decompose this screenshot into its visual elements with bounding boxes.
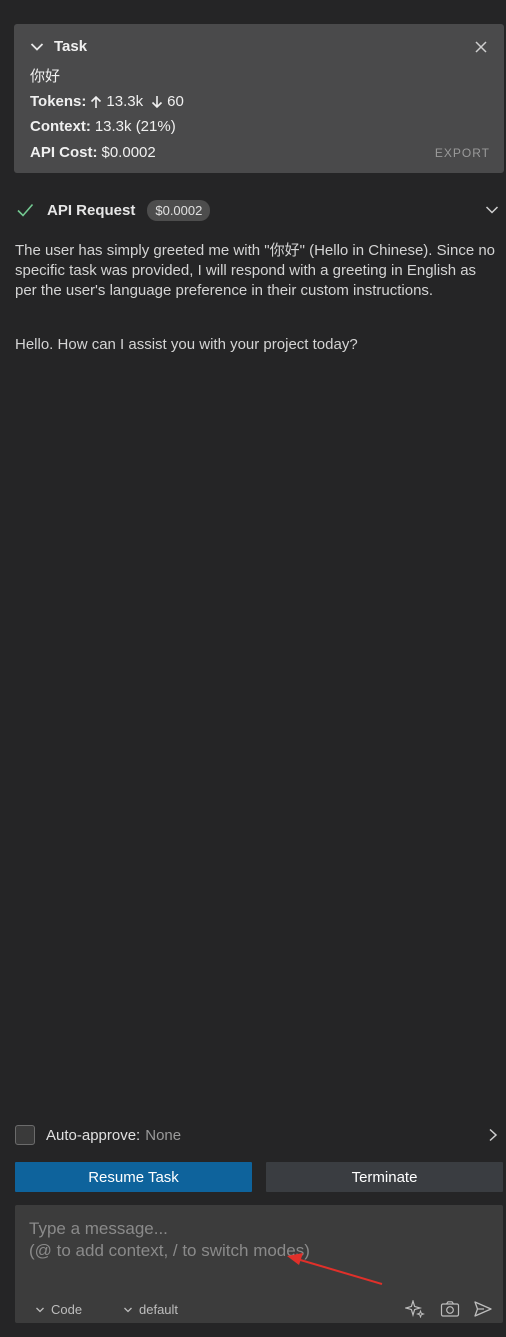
api-cost-value: $0.0002: [101, 144, 156, 161]
auto-approve-value: None: [145, 1126, 182, 1144]
arrow-up-icon: [90, 95, 102, 109]
task-header[interactable]: Task: [30, 38, 87, 55]
annotation-arrow-icon: [287, 1253, 383, 1285]
sparkle-icon[interactable]: [403, 1298, 425, 1319]
task-title: Task: [54, 38, 88, 55]
mode-selector[interactable]: Code: [35, 1302, 82, 1317]
chevron-down-icon[interactable]: [30, 42, 44, 52]
assistant-reasoning-text: The user has simply greeted me with "你好"…: [15, 242, 496, 299]
tokens-down-value: 60: [167, 93, 184, 110]
context-label: Context:: [30, 118, 91, 135]
camera-icon[interactable]: [440, 1300, 460, 1318]
auto-approve-label: Auto-approve:: [46, 1126, 141, 1144]
tokens-label: Tokens:: [30, 93, 87, 110]
chevron-right-icon[interactable]: [486, 1127, 500, 1143]
tokens-row: Tokens: 13.3k 60: [30, 93, 184, 110]
context-row: Context: 13.3k (21%): [30, 118, 176, 135]
chevron-down-icon[interactable]: [484, 202, 500, 218]
profile-value: default: [139, 1302, 179, 1317]
close-icon[interactable]: [474, 40, 488, 54]
auto-approve-checkbox[interactable]: [15, 1125, 35, 1145]
chat-panel: Task 你好 Tokens: 13.3k 60 Context: 13.3k …: [0, 0, 506, 1337]
message-input[interactable]: Type a message... (@ to add context, / t…: [15, 1205, 503, 1323]
api-cost-label: API Cost:: [30, 144, 98, 161]
auto-approve-row[interactable]: Auto-approve: None: [15, 1123, 500, 1147]
send-icon[interactable]: [473, 1300, 493, 1318]
task-card: Task 你好 Tokens: 13.3k 60 Context: 13.3k …: [14, 24, 504, 173]
resume-task-button[interactable]: Resume Task: [15, 1162, 252, 1192]
export-button[interactable]: EXPORT: [435, 146, 490, 160]
message-input-placeholder: Type a message... (@ to add context, / t…: [29, 1219, 310, 1260]
api-request-row[interactable]: API Request $0.0002: [15, 197, 500, 223]
api-cost-row: API Cost: $0.0002: [30, 144, 156, 161]
mode-value: Code: [51, 1302, 83, 1317]
chevron-down-icon: [124, 1307, 132, 1312]
assistant-reply-text: Hello. How can I assist you with your pr…: [15, 336, 358, 353]
terminate-button[interactable]: Terminate: [266, 1162, 503, 1192]
check-icon: [15, 200, 35, 220]
chevron-down-icon: [36, 1307, 44, 1312]
tokens-up-value: 13.3k: [106, 93, 144, 110]
api-cost-badge: $0.0002: [147, 199, 211, 221]
context-value: 13.3k (21%): [94, 118, 176, 135]
task-message: 你好: [30, 68, 61, 85]
profile-selector[interactable]: default: [123, 1302, 178, 1317]
arrow-down-icon: [151, 95, 163, 109]
api-request-title: API Request: [47, 201, 136, 219]
